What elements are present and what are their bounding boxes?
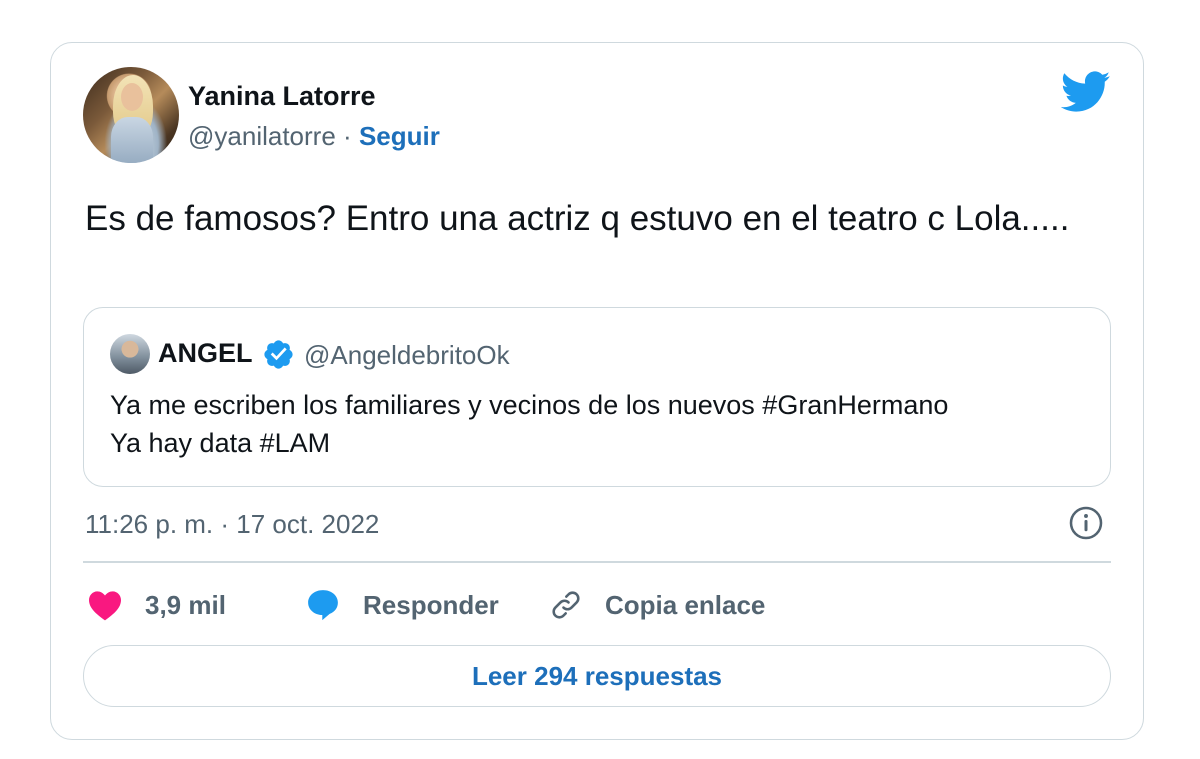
speech-bubble-icon	[308, 590, 338, 621]
quoted-author-avatar	[110, 334, 150, 374]
tweet-text: Es de famosos? Entro una actriz q estuvo…	[85, 199, 1070, 238]
avatar-body	[111, 117, 153, 163]
author-name[interactable]: Yanina Latorre	[188, 81, 376, 112]
read-replies-button[interactable]: Leer 294 respuestas	[83, 645, 1111, 707]
avatar-face	[121, 83, 143, 111]
copy-link-label: Copia enlace	[605, 589, 766, 620]
author-meta: @yanilatorre · Seguir	[188, 121, 440, 152]
like-button[interactable]: 3,9 mil	[87, 583, 226, 627]
quoted-tweet[interactable]: ANGEL @AngeldebritoOk Ya me escriben los…	[83, 307, 1111, 487]
link-icon	[552, 591, 580, 619]
quoted-author-handle: @AngeldebritoOk	[304, 340, 510, 370]
verified-badge-icon	[264, 340, 293, 369]
follow-button[interactable]: Seguir	[359, 121, 440, 151]
reply-button[interactable]: Responder	[305, 583, 499, 627]
info-icon[interactable]	[1068, 505, 1104, 541]
quoted-tweet-line-2: Ya hay data #LAM	[110, 428, 331, 458]
tweet-card: Yanina Latorre @yanilatorre · Seguir Es …	[50, 42, 1144, 740]
twitter-bird-icon[interactable]	[1061, 71, 1111, 113]
copy-link-button[interactable]: Copia enlace	[549, 583, 765, 627]
quoted-author-name: ANGEL	[158, 338, 253, 368]
tweet-timestamp[interactable]: 11:26 p. m. · 17 oct. 2022	[85, 509, 379, 540]
meta-separator: ·	[343, 121, 352, 151]
reply-label: Responder	[363, 589, 499, 620]
divider	[83, 561, 1111, 563]
heart-icon	[89, 591, 121, 621]
quoted-tweet-text: Ya me escriben los familiares y vecinos …	[110, 386, 948, 462]
like-count: 3,9 mil	[145, 589, 226, 620]
quoted-tweet-line-1: Ya me escriben los familiares y vecinos …	[110, 390, 949, 420]
author-handle[interactable]: @yanilatorre	[188, 121, 336, 151]
author-avatar[interactable]	[83, 67, 179, 163]
